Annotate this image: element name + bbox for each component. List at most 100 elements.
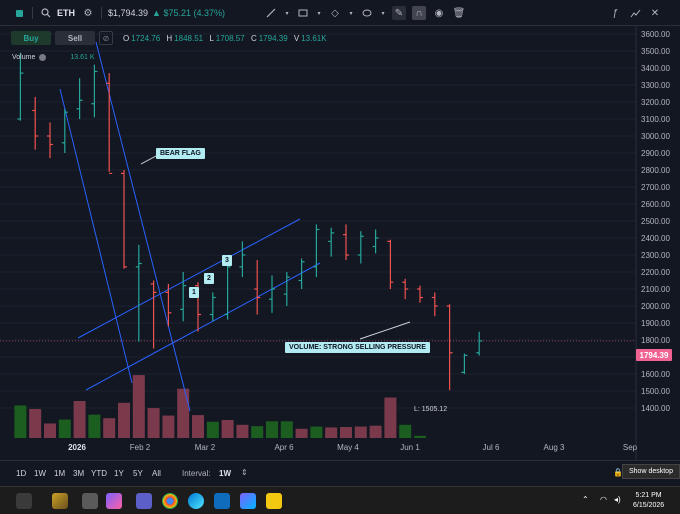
- volume-bar: [132, 375, 145, 438]
- chevron-down-icon[interactable]: ▾: [380, 6, 386, 20]
- copilot-icon[interactable]: [106, 493, 122, 509]
- y-axis-tick-label: 3000.00: [641, 132, 670, 141]
- clock-time: 5:21 PM: [635, 492, 662, 499]
- y-axis-tick-label: 2500.00: [641, 217, 670, 226]
- windows-start-icon[interactable]: [16, 493, 32, 509]
- formula-icon[interactable]: ƒ: [608, 6, 622, 20]
- pencil-icon[interactable]: ✎: [392, 6, 406, 20]
- volume-bar: [384, 397, 397, 438]
- range-1d[interactable]: 1D: [16, 469, 26, 478]
- bear-flag-pole-line: [59, 88, 133, 384]
- y-axis-tick-label: 1800.00: [641, 336, 670, 345]
- symbol-name[interactable]: ETH: [57, 8, 75, 18]
- y-axis-tick-label: 2400.00: [641, 234, 670, 243]
- wave-1-label[interactable]: 1: [189, 287, 199, 298]
- drawing-tools: ▾ ▾ ◇ ▾ ▾ ✎ ∩ ◉ 🗑: [264, 6, 466, 20]
- taskbar-app-icon[interactable]: [240, 493, 256, 509]
- line-tool-icon[interactable]: [264, 6, 278, 20]
- chart-canvas[interactable]: 3600.00 3500.00 3400.00 3300.00 3200.00 3100.…: [0, 26, 680, 460]
- wifi-icon[interactable]: ◠: [600, 495, 607, 504]
- range-1y[interactable]: 1Y: [114, 469, 124, 478]
- range-ytd[interactable]: YTD: [91, 469, 107, 478]
- y-axis-tick-label: 2700.00: [641, 183, 670, 192]
- callout-pointer: [359, 321, 411, 340]
- volume-bar: [147, 408, 160, 438]
- volume-bar: [103, 418, 116, 438]
- volume-bar: [236, 424, 249, 438]
- sell-button[interactable]: Sell: [55, 31, 95, 45]
- volume-bar: [369, 425, 382, 438]
- low-value: 1708.57: [215, 34, 245, 43]
- volume-icon[interactable]: ◂): [614, 495, 621, 504]
- x-axis-tick-label: Jun 1: [400, 443, 420, 452]
- eye-icon[interactable]: ◉: [432, 6, 446, 20]
- low-marker: L: 1505.12: [414, 406, 448, 413]
- volume-bar: [295, 428, 308, 438]
- diamond-tool-icon[interactable]: ◇: [328, 6, 342, 20]
- taskbar-app-icon[interactable]: [82, 493, 98, 509]
- flag-lower-channel: [85, 262, 321, 391]
- taskbar-app-icon[interactable]: [52, 493, 68, 509]
- info-icon[interactable]: [39, 54, 47, 61]
- volume-bar: [88, 414, 101, 438]
- volume-bar: [162, 415, 175, 438]
- volume-label: V: [293, 34, 300, 43]
- right-tools: ƒ ✕: [608, 6, 662, 20]
- settings-icon[interactable]: ⚙: [81, 6, 95, 20]
- volume-value: 13.61K: [301, 34, 327, 43]
- y-axis-tick-label: 2200.00: [641, 268, 670, 277]
- x-axis-tick-label: Jul 6: [483, 443, 500, 452]
- magnet-icon[interactable]: ∩: [412, 6, 426, 20]
- volume-pressure-callout[interactable]: VOLUME: STRONG SELLING PRESSURE: [285, 342, 430, 353]
- current-price-tag: 1794.39: [636, 349, 672, 361]
- system-clock[interactable]: 5:21 PM 6/15/2026: [633, 491, 664, 511]
- close-icon[interactable]: ✕: [648, 6, 662, 20]
- y-axis-tick-label: 2900.00: [641, 149, 670, 158]
- show-desktop-tooltip: Show desktop: [622, 464, 680, 479]
- bear-flag-callout[interactable]: BEAR FLAG: [156, 148, 205, 159]
- chevron-down-icon[interactable]: ▾: [284, 6, 290, 20]
- updown-icon[interactable]: ⇕: [241, 468, 248, 477]
- range-all[interactable]: All: [152, 469, 161, 478]
- flag-upper-channel: [77, 218, 301, 339]
- high-label: H: [166, 34, 173, 43]
- y-axis-tick-label: 2300.00: [641, 251, 670, 260]
- y-axis-tick-label: 3200.00: [641, 98, 670, 107]
- range-1w[interactable]: 1W: [34, 469, 46, 478]
- wave-2-label[interactable]: 2: [204, 273, 214, 284]
- low-label: L: [209, 34, 214, 43]
- search-icon[interactable]: [39, 6, 53, 20]
- rectangle-tool-icon[interactable]: [296, 6, 310, 20]
- trash-icon[interactable]: 🗑: [452, 6, 466, 20]
- range-5y[interactable]: 5Y: [133, 469, 143, 478]
- volume-legend[interactable]: Volume 13.61 K: [12, 54, 95, 61]
- volume-bar: [14, 405, 27, 438]
- volume-bar: [280, 421, 293, 438]
- chevron-up-icon[interactable]: ⌃: [582, 495, 589, 504]
- edge-icon[interactable]: [188, 493, 204, 509]
- open-label: O: [123, 34, 130, 43]
- trend-icon[interactable]: [628, 6, 642, 20]
- chevron-down-icon[interactable]: ▾: [316, 6, 322, 20]
- chrome-icon[interactable]: [162, 493, 178, 509]
- close-value: 1794.39: [258, 34, 288, 43]
- ellipse-tool-icon[interactable]: [360, 6, 374, 20]
- volume-bar: [73, 401, 86, 438]
- teams-icon[interactable]: [136, 493, 152, 509]
- hide-icon[interactable]: ⊘: [99, 31, 113, 45]
- interval-select[interactable]: 1W: [219, 469, 231, 478]
- price-chart[interactable]: 3600.00 3500.00 3400.00 3300.00 3200.00 3100.…: [0, 26, 680, 460]
- close-label: C: [250, 34, 257, 43]
- file-explorer-icon[interactable]: [266, 493, 282, 509]
- chevron-down-icon[interactable]: ▾: [348, 6, 354, 20]
- volume-legend-value: 13.61 K: [70, 54, 95, 61]
- volume-bar: [177, 388, 190, 438]
- range-1m[interactable]: 1M: [54, 469, 65, 478]
- ohlc-legend: O 1724.76 H 1848.51 L 1708.57 C 1794.39 V 13.…: [123, 34, 331, 43]
- buy-button[interactable]: Buy: [11, 31, 51, 45]
- wave-3-label[interactable]: 3: [222, 255, 232, 266]
- y-axis-tick-label: 2600.00: [641, 200, 670, 209]
- store-icon[interactable]: [214, 493, 230, 509]
- square-icon[interactable]: [12, 6, 26, 20]
- range-3m[interactable]: 3M: [73, 469, 84, 478]
